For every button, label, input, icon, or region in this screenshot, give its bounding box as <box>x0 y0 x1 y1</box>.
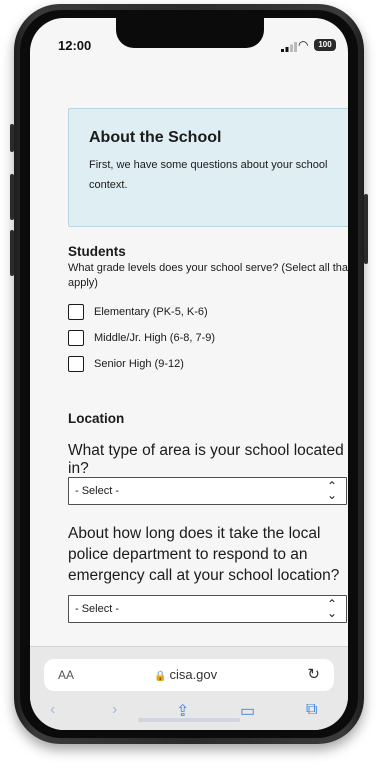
reload-icon[interactable]: ↻ <box>307 665 320 683</box>
checkbox-label-senior[interactable]: Senior High (9-12) <box>94 358 184 370</box>
lock-icon: 🔒 <box>154 671 167 682</box>
checkbox-label-elementary[interactable]: Elementary (PK-5, K-6) <box>94 306 208 318</box>
students-heading: Students <box>68 244 126 259</box>
status-time: 12:00 <box>58 38 92 53</box>
chevron-left-icon[interactable]: ‹ <box>50 701 55 719</box>
intro-text: First, we have some questions about your… <box>89 159 328 191</box>
book-icon[interactable]: ▭ <box>240 701 255 721</box>
url-display[interactable]: 🔒 cisa.gov <box>154 667 217 682</box>
checkbox-row-middle[interactable]: Middle/Jr. High (6-8, 7-9) <box>68 328 215 348</box>
area-type-select-value: - Select - <box>75 485 120 497</box>
chevron-updown-icon: ⌃ ⌄ <box>326 479 337 502</box>
police-response-select[interactable]: - Select - ⌃ ⌄ <box>68 595 347 623</box>
mute-switch <box>10 124 14 152</box>
police-response-question: About how long does it take the local po… <box>68 525 340 584</box>
chevron-updown-icon: ⌃ ⌄ <box>326 597 337 620</box>
power-button <box>364 194 368 264</box>
home-indicator <box>138 718 240 722</box>
location-heading: Location <box>68 411 125 426</box>
checkbox-elementary[interactable] <box>68 304 84 320</box>
police-response-select-value: - Select - <box>75 603 120 615</box>
volume-up-button <box>10 174 14 220</box>
checkbox-row-senior[interactable]: Senior High (9-12) <box>68 354 184 374</box>
wifi-icon: ◠ <box>298 38 309 52</box>
checkbox-middle[interactable] <box>68 330 84 346</box>
url-domain: cisa.gov <box>169 667 218 682</box>
address-bar[interactable]: AA 🔒 cisa.gov ↻ <box>44 659 334 691</box>
notch <box>116 18 264 48</box>
area-type-question: What type of area is your school located… <box>68 442 344 477</box>
grade-levels-question: What grade levels does your school serve… <box>68 262 348 289</box>
tabs-icon[interactable]: ⧉ <box>306 701 317 719</box>
signal-icon <box>281 42 297 52</box>
text-size-button[interactable]: AA <box>58 668 74 682</box>
area-type-select[interactable]: - Select - ⌃ ⌄ <box>68 477 347 505</box>
checkbox-label-middle[interactable]: Middle/Jr. High (6-8, 7-9) <box>94 332 215 344</box>
phone-screen: 12:00 ◠ 100 About the School First, we h… <box>30 18 348 730</box>
chevron-right-icon[interactable]: › <box>112 701 117 719</box>
checkbox-row-elementary[interactable]: Elementary (PK-5, K-6) <box>68 302 208 322</box>
intro-title: About the School <box>89 129 222 146</box>
battery-indicator: 100 <box>314 39 336 51</box>
checkbox-senior[interactable] <box>68 356 84 372</box>
phone-frame: 12:00 ◠ 100 About the School First, we h… <box>10 4 368 744</box>
phone-bezel: 12:00 ◠ 100 About the School First, we h… <box>20 10 358 738</box>
status-bar: 12:00 ◠ 100 <box>30 18 348 70</box>
volume-down-button <box>10 230 14 276</box>
intro-card: About the School First, we have some que… <box>68 108 348 227</box>
browser-toolbar: ‹ › ⇪ ▭ ⧉ <box>30 697 348 727</box>
